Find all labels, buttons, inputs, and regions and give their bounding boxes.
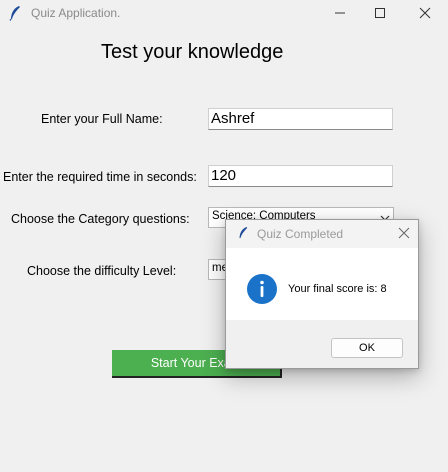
time-label: Enter the required time in seconds: (3, 170, 197, 184)
category-label: Choose the Category questions: (11, 212, 190, 226)
dialog-body: Your final score is: 8 (226, 248, 418, 320)
minimize-button[interactable] (320, 0, 360, 26)
dialog-title: Quiz Completed (257, 227, 344, 241)
maximize-button[interactable] (360, 0, 400, 26)
dialog-footer: OK (226, 320, 418, 368)
window-title: Quiz Application. (31, 6, 121, 20)
difficulty-label: Choose the difficulty Level: (27, 264, 177, 278)
time-input[interactable]: 120 (208, 165, 393, 187)
dialog-message: Your final score is: 8 (288, 283, 387, 295)
dialog-title-bar: Quiz Completed (226, 220, 418, 248)
close-icon (398, 227, 410, 239)
page-title: Test your knowledge (101, 41, 284, 63)
close-button[interactable] (405, 0, 445, 26)
maximize-icon (375, 8, 385, 18)
close-icon (419, 7, 431, 19)
ok-button[interactable]: OK (331, 338, 403, 358)
feather-icon (8, 5, 22, 21)
name-label: Enter your Full Name: (41, 112, 163, 126)
name-input[interactable]: Ashref (208, 108, 393, 130)
info-icon (247, 274, 277, 304)
quiz-completed-dialog: Quiz Completed Your final score is: 8 OK (225, 219, 419, 369)
title-bar: Quiz Application. (0, 0, 448, 26)
dialog-close-button[interactable] (396, 225, 412, 241)
feather-icon (237, 226, 249, 245)
minimize-icon (335, 12, 345, 14)
